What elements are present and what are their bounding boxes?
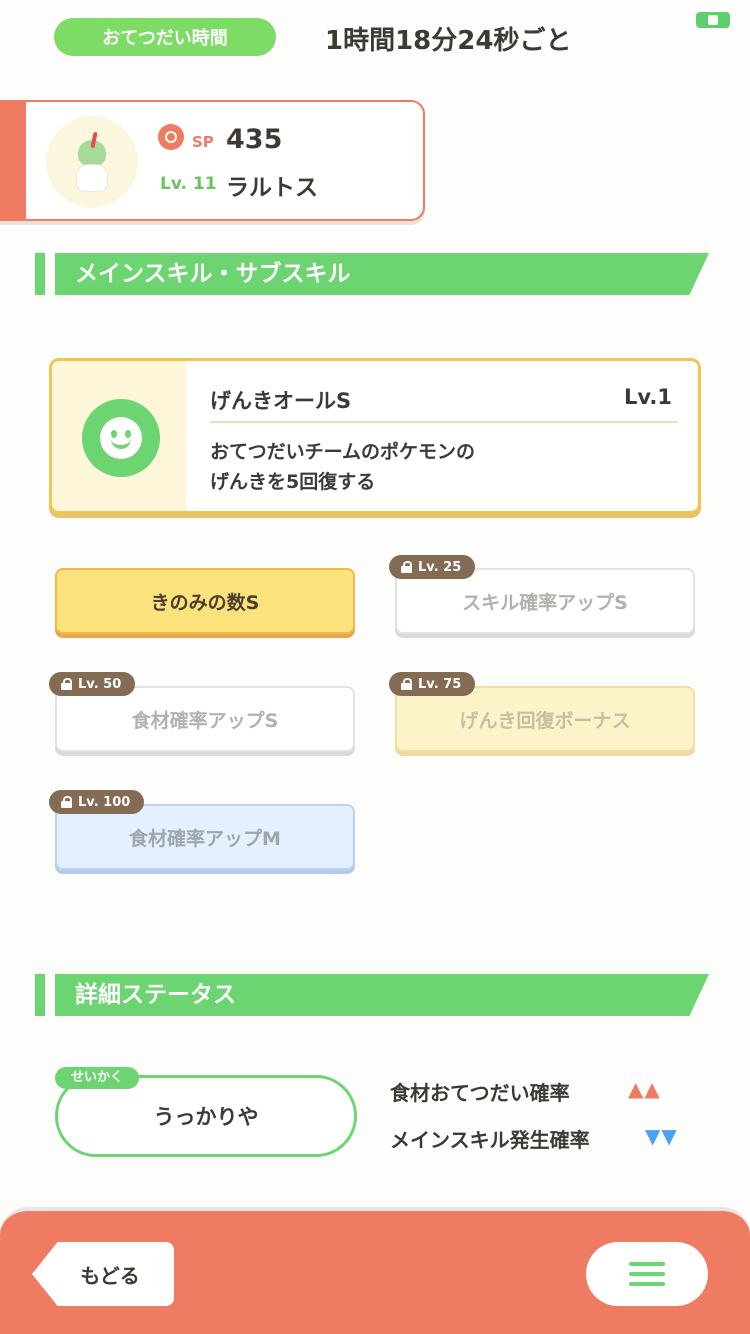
- pokemon-card[interactable]: [0, 100, 425, 221]
- smiley-icon: [82, 399, 160, 477]
- lock-icon: [61, 678, 72, 690]
- main-skill-name: げんきオールS: [210, 389, 352, 413]
- lock-badge: Lv. 25: [389, 555, 476, 579]
- divider: [210, 421, 678, 423]
- help-interval: 1時間18分24秒ごと: [325, 26, 572, 56]
- lock-level: Lv. 75: [418, 676, 462, 692]
- main-skill-level: Lv.1: [624, 385, 672, 409]
- card-accent: [0, 102, 26, 219]
- lock-badge: Lv. 50: [49, 672, 136, 696]
- nature-tag: せいかく: [55, 1067, 140, 1089]
- subskill-button[interactable]: きのみの数S: [55, 568, 355, 634]
- lock-icon: [401, 561, 412, 573]
- poke-ball-icon: [158, 124, 184, 150]
- section-header-skills: メインスキル・サブスキル: [35, 253, 711, 295]
- help-time-label: おてつだい時間: [54, 18, 276, 56]
- sp-value: 435: [226, 124, 283, 155]
- battery-icon: [696, 12, 730, 28]
- lock-badge: Lv. 75: [389, 672, 476, 696]
- lock-level: Lv. 50: [78, 676, 122, 692]
- section-header-details: 詳細ステータス: [35, 974, 711, 1016]
- pokemon-name: ラルトス: [226, 175, 318, 201]
- main-skill-description: おてつだいチームのポケモンの げんきを5回復する: [210, 441, 476, 493]
- section-title: 詳細ステータス: [55, 974, 709, 1016]
- section-title: メインスキル・サブスキル: [55, 253, 709, 295]
- pokemon-avatar: [46, 116, 138, 208]
- nature-down-effect: メインスキル発生確率: [390, 1128, 590, 1152]
- menu-button[interactable]: [586, 1242, 708, 1306]
- main-skill-card[interactable]: げんきオールS Lv.1 おてつだいチームのポケモンの げんきを5回復する: [49, 358, 701, 514]
- lock-badge: Lv. 100: [49, 790, 145, 814]
- level-label: Lv. 11: [160, 174, 217, 194]
- up-arrows-icon: ▲▲: [628, 1077, 661, 1101]
- down-arrows-icon: ▼▼: [645, 1124, 678, 1148]
- back-button[interactable]: もどる: [32, 1242, 174, 1306]
- lock-level: Lv. 100: [78, 794, 131, 810]
- nature-up-effect: 食材おてつだい確率: [390, 1081, 570, 1105]
- lock-level: Lv. 25: [418, 559, 462, 575]
- hamburger-menu-icon: [629, 1262, 665, 1266]
- sp-label: SP: [192, 133, 214, 151]
- lock-icon: [61, 796, 72, 808]
- lock-icon: [401, 678, 412, 690]
